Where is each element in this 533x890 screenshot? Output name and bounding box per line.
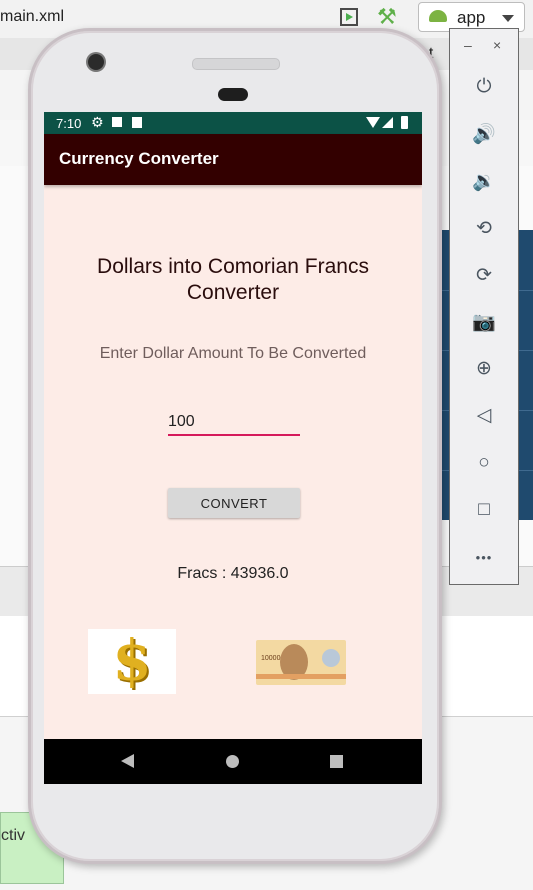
status-time: 7:10 — [56, 116, 82, 131]
earpiece-speaker — [192, 58, 280, 70]
device-screen: 7:10 ⚙ Currency Converter Dollars into C… — [44, 112, 422, 784]
run-configuration-label: app — [457, 8, 486, 27]
banknote-value: 10000 — [261, 655, 281, 662]
dollar-sign-icon: $ — [112, 628, 152, 694]
franc-banknote-image: 10000 — [256, 640, 346, 685]
android-icon — [429, 10, 447, 22]
page-heading: Dollars into Comorian Francs Converter — [97, 255, 369, 304]
proximity-sensor — [218, 88, 248, 101]
wifi-icon — [366, 117, 380, 128]
notification-icon — [112, 117, 122, 127]
banknote-watermark — [322, 649, 340, 667]
ide-file-name[interactable]: main.xml — [0, 8, 64, 26]
volume-down-icon[interactable]: 🔉 — [450, 162, 518, 202]
close-icon[interactable]: × — [493, 37, 501, 53]
gear-icon: ⚙ — [91, 114, 104, 130]
nav-recents-icon[interactable] — [330, 755, 343, 768]
camera-icon[interactable]: 📷 — [450, 303, 518, 343]
banknote-stripe — [256, 674, 346, 679]
convert-button[interactable]: CONVERT — [168, 488, 300, 518]
volume-up-icon[interactable]: 🔊 — [450, 115, 518, 155]
front-camera — [88, 54, 104, 70]
minimize-icon[interactable]: – — [464, 37, 472, 53]
battery-icon — [401, 116, 408, 129]
sd-card-icon — [132, 117, 142, 128]
zoom-icon[interactable]: ⊕ — [450, 349, 518, 389]
rotate-right-icon[interactable]: ⟳ — [450, 256, 518, 296]
power-icon[interactable]: ⏻ — [450, 67, 518, 107]
system-nav-bar — [44, 739, 422, 784]
more-icon[interactable]: ••• — [450, 538, 518, 578]
amount-instruction: Enter Dollar Amount To Be Converted — [99, 345, 367, 362]
home-icon[interactable]: ○ — [450, 443, 518, 483]
conversion-result: Fracs : 43936.0 — [177, 565, 289, 582]
nav-home-icon[interactable] — [226, 755, 239, 768]
app-title: Currency Converter — [59, 149, 219, 168]
nav-back-icon[interactable] — [121, 754, 134, 768]
signal-icon — [382, 117, 393, 128]
app-bar: Currency Converter — [44, 134, 422, 185]
build-hammer-icon[interactable]: ⚒ — [377, 4, 397, 30]
chevron-down-icon — [502, 15, 514, 22]
rotate-left-icon[interactable]: ⟲ — [450, 209, 518, 249]
status-bar: 7:10 ⚙ — [44, 112, 422, 134]
emulator-toolbar: – × ⏻ 🔊 🔉 ⟲ ⟳ 📷 ⊕ ◁ ○ □ ••• — [449, 28, 519, 585]
back-icon[interactable]: ◁ — [450, 396, 518, 436]
overview-icon[interactable]: □ — [450, 490, 518, 530]
dollar-image: $ — [88, 629, 176, 694]
dollar-amount-input[interactable] — [168, 410, 300, 436]
run-icon[interactable] — [340, 8, 358, 26]
